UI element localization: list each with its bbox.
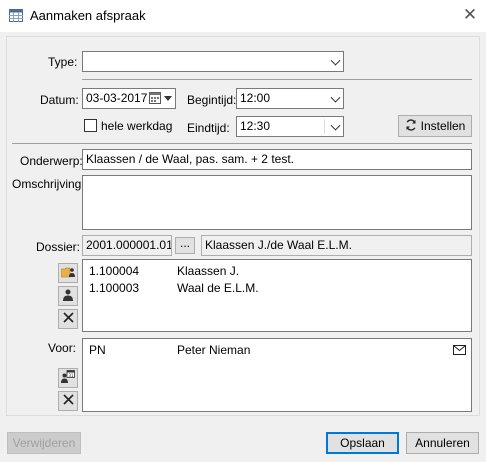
- onderwerp-label: Onderwerp:: [20, 154, 83, 168]
- add-employee-button[interactable]: 31: [58, 368, 78, 388]
- dossier-persons-list[interactable]: 1.100004 Klaassen J. 1.100003 Waal de E.…: [82, 259, 472, 332]
- eindtijd-select[interactable]: 12:30: [236, 116, 344, 137]
- divider: [82, 79, 472, 80]
- instellen-button[interactable]: Instellen: [398, 115, 472, 137]
- delete-employee-button[interactable]: [58, 391, 78, 411]
- datum-picker[interactable]: 03-03-2017: [82, 88, 176, 109]
- list-item-code: 1.100003: [89, 281, 140, 295]
- dossier-label: Dossier:: [36, 240, 81, 254]
- omschrijving-label: Omschrijving:: [12, 177, 85, 191]
- annuleren-button[interactable]: Annuleren: [406, 432, 479, 454]
- divider: [12, 143, 472, 144]
- hele-werkdag-label: hele werkdag: [101, 119, 173, 133]
- verwijderen-button[interactable]: Verwijderen: [7, 432, 81, 454]
- folder-person-icon: [60, 266, 75, 281]
- begintijd-select[interactable]: 12:00: [236, 88, 344, 109]
- window-title: Aanmaken afspraak: [30, 8, 146, 23]
- list-item[interactable]: 1.100003 Waal de E.L.M.: [89, 281, 259, 295]
- dossier-name-field: Klaassen J./de Waal E.L.M.: [201, 235, 472, 256]
- delete-x-icon: [62, 394, 74, 408]
- voor-label: Voor:: [48, 341, 77, 355]
- calendar-person-icon: 31: [61, 370, 75, 386]
- svg-text:31: 31: [69, 373, 75, 378]
- calendar-icon[interactable]: [149, 92, 161, 107]
- datum-label: Datum:: [40, 93, 79, 107]
- field-separator: [324, 119, 325, 134]
- delete-dossier-person-button[interactable]: [58, 309, 78, 329]
- person-icon: [63, 289, 73, 304]
- chevron-down-icon: [330, 55, 341, 66]
- omschrijving-textarea[interactable]: [82, 175, 472, 230]
- add-person-button[interactable]: [58, 286, 78, 306]
- chevron-down-icon: [330, 120, 341, 131]
- begintijd-label: Begintijd:: [187, 93, 237, 107]
- list-item-code: PN: [89, 343, 106, 357]
- chevron-down-icon: [330, 92, 341, 103]
- list-item-code: 1.100004: [89, 264, 140, 278]
- voor-list[interactable]: PN Peter Nieman: [82, 338, 472, 412]
- onderwerp-input[interactable]: Klaassen / de Waal, pas. sam. + 2 test.: [82, 149, 472, 170]
- add-dossier-person-button[interactable]: [58, 263, 78, 283]
- dropdown-arrow-icon[interactable]: [164, 96, 172, 101]
- list-item-name: Peter Nieman: [177, 343, 251, 357]
- type-select[interactable]: [82, 51, 344, 72]
- delete-x-icon: [62, 312, 74, 326]
- instellen-label: Instellen: [420, 119, 466, 133]
- calendar-icon: [9, 9, 23, 22]
- eindtijd-label: Eindtijd:: [187, 121, 230, 135]
- hele-werkdag-checkbox[interactable]: [84, 119, 97, 132]
- list-item-name: Waal de E.L.M.: [177, 281, 259, 295]
- type-label: Type:: [48, 55, 78, 69]
- list-item[interactable]: 1.100004 Klaassen J.: [89, 264, 239, 278]
- close-icon[interactable]: ✕: [460, 5, 480, 25]
- dossier-number-field: 2001.000001.01: [82, 235, 172, 256]
- refresh-icon: [405, 118, 417, 134]
- list-item-name: Klaassen J.: [177, 264, 240, 278]
- list-item[interactable]: PN Peter Nieman: [89, 343, 466, 358]
- mail-icon[interactable]: [453, 344, 466, 358]
- opslaan-button[interactable]: Opslaan: [326, 432, 399, 454]
- dossier-browse-button[interactable]: ...: [175, 237, 195, 254]
